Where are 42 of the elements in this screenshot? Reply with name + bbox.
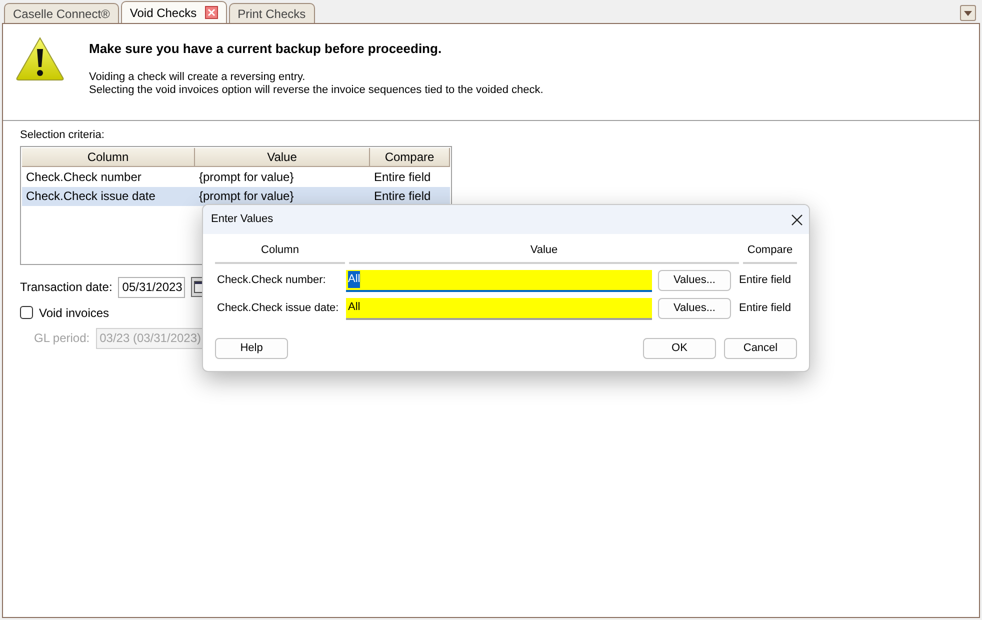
compare-text: Entire field	[739, 273, 791, 288]
caret-icon	[964, 10, 972, 16]
table-cell-text: Check.Check issue date	[25, 188, 156, 205]
column-header[interactable]: Column	[22, 148, 195, 166]
table-row[interactable]: Check.Check number {prompt for value} Entire field	[22, 168, 450, 186]
value-field[interactable]: All	[346, 298, 652, 320]
column-header: Column	[215, 242, 345, 264]
cancel-button[interactable]: Cancel	[724, 338, 797, 358]
tab[interactable]: Caselle Connect®	[4, 3, 119, 23]
values-button[interactable]: Values...	[658, 270, 731, 291]
dropdown-button[interactable]	[960, 5, 976, 21]
warning-text: Selecting the void invoices option will reverse the invoice sequences tied to the voided check.	[89, 84, 544, 96]
close-icon[interactable]	[791, 214, 803, 226]
warning-icon	[15, 36, 65, 82]
field-label: Transaction date:	[20, 279, 112, 296]
checkbox[interactable]	[20, 306, 33, 319]
column-header: Compare	[743, 242, 797, 264]
section-label: Selection criteria:	[20, 128, 106, 143]
tab[interactable]: Print Checks	[228, 3, 315, 23]
field-label: Check.Check number:	[217, 273, 327, 288]
warning-text: Voiding a check will create a reversing entry.	[89, 70, 306, 84]
table-row[interactable]: Check.Check issue date {prompt for value} Entire field	[22, 186, 450, 206]
table-cell-text: Entire field	[373, 188, 432, 205]
column-header[interactable]: Value	[195, 148, 370, 166]
field-label: GL period:	[34, 330, 90, 347]
tab[interactable]: Void Checks	[120, 1, 227, 23]
checkbox-label: Void invoices	[39, 304, 110, 322]
column-header: Value	[349, 242, 739, 264]
dialog-title: Enter Values	[211, 212, 274, 228]
values-button[interactable]: Values...	[658, 298, 731, 319]
table-cell-text: Check.Check number	[25, 169, 142, 186]
table-cell-text: Entire field	[373, 169, 432, 186]
date-field[interactable]: 05/31/2023	[118, 276, 186, 298]
value-field[interactable]: All	[346, 270, 652, 292]
field-label: Check.Check issue date:	[217, 301, 340, 316]
ok-button[interactable]: OK	[643, 338, 716, 358]
column-header[interactable]: Compare	[370, 148, 450, 166]
table-cell-text: {prompt for value}	[198, 188, 295, 205]
warning-title: Make sure you have a current backup before proceeding.	[89, 40, 443, 58]
compare-text: Entire field	[739, 301, 791, 316]
table-cell-text: {prompt for value}	[198, 169, 295, 186]
help-button[interactable]: Help	[215, 338, 288, 358]
